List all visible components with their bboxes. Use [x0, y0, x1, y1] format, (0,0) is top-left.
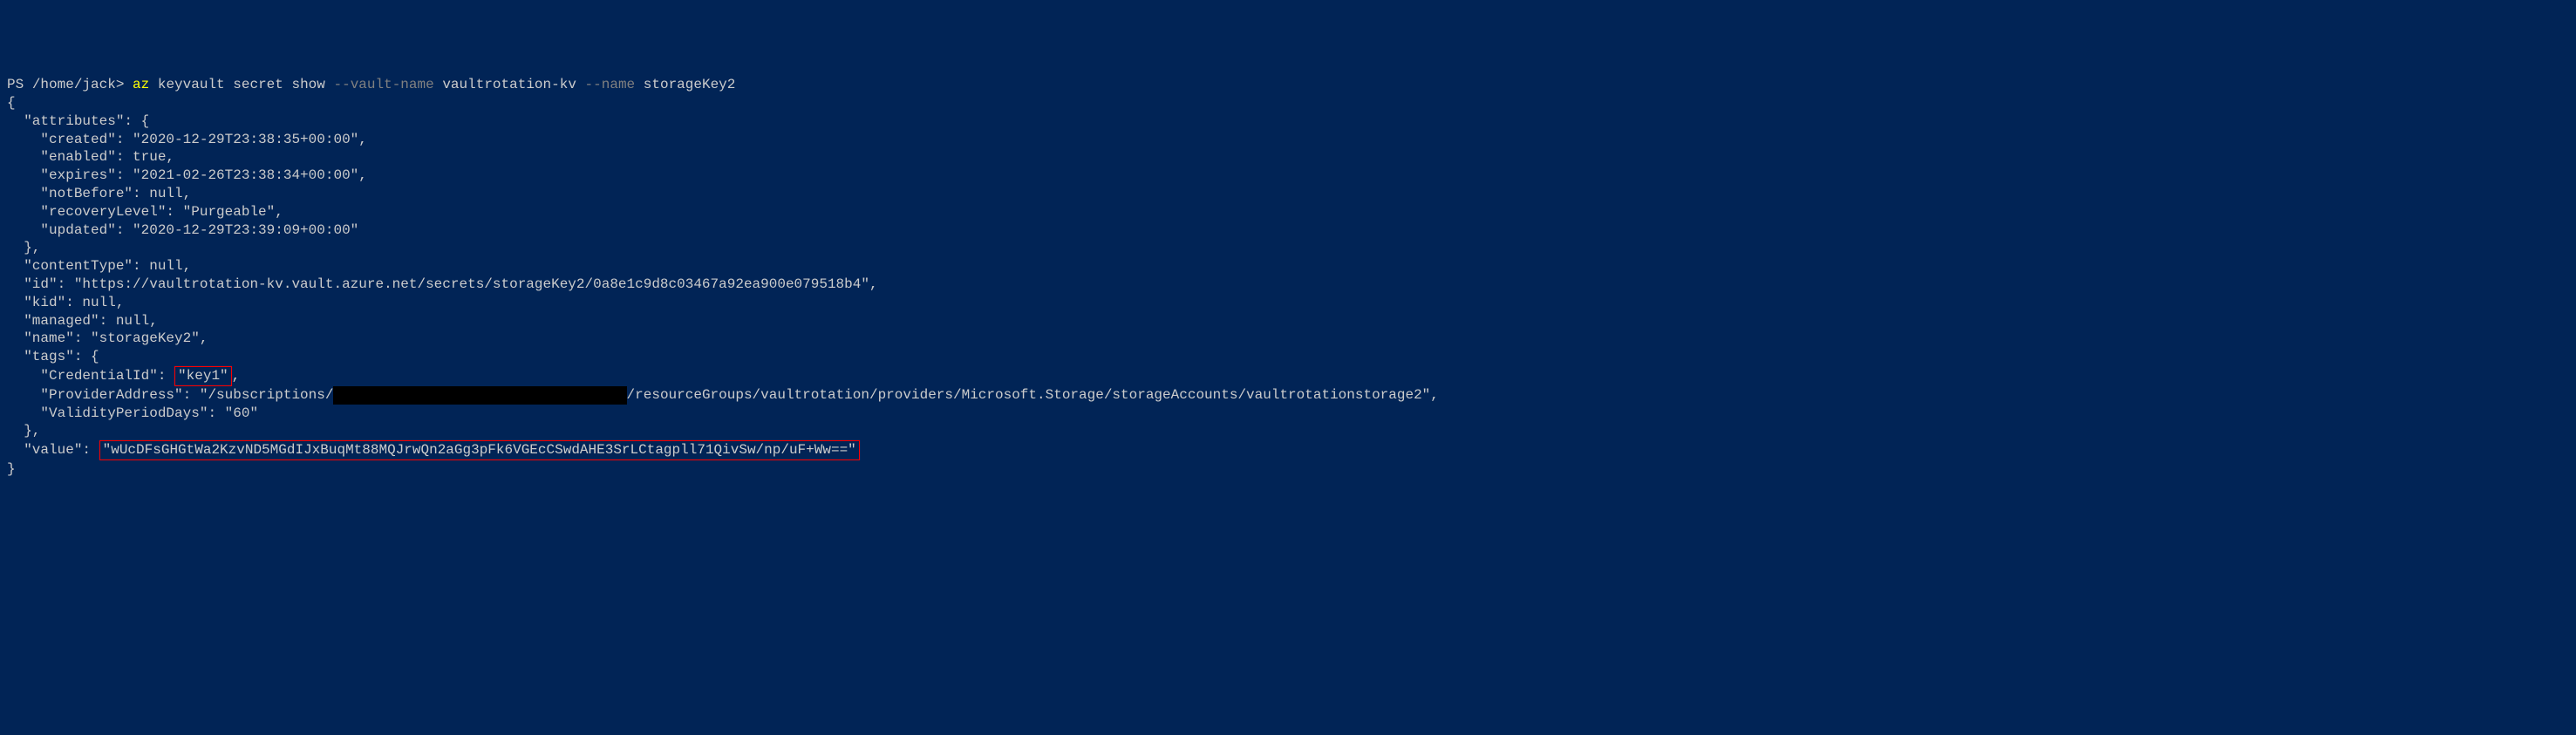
command-val-name: storageKey2 — [644, 77, 736, 92]
command-name: az — [133, 77, 158, 92]
prompt-sep: > — [116, 77, 133, 92]
output-line: "value": — [7, 442, 99, 458]
output-line: "name": "storageKey2", — [7, 330, 208, 346]
output-line: }, — [7, 423, 40, 439]
terminal-output: PS /home/jack> az keyvault secret show -… — [7, 76, 2569, 479]
output-line: /resourceGroups/vaultrotation/providers/… — [627, 387, 1439, 403]
prompt-path: /home/jack — [32, 77, 116, 92]
output-line: "updated": "2020-12-29T23:39:09+00:00" — [7, 222, 358, 238]
output-line: "ValidityPeriodDays": "60" — [7, 405, 258, 421]
output-line: , — [232, 368, 241, 384]
output-line: "tags": { — [7, 349, 99, 364]
command-flag-vault: --vault-name — [333, 77, 442, 92]
output-line: "created": "2020-12-29T23:38:35+00:00", — [7, 132, 367, 147]
command-val-vault: vaultrotation-kv — [442, 77, 584, 92]
output-line: "managed": null, — [7, 313, 158, 329]
output-line: "expires": "2021-02-26T23:38:34+00:00", — [7, 167, 367, 183]
output-line: } — [7, 461, 16, 477]
output-line: }, — [7, 240, 40, 255]
output-line: "attributes": { — [7, 113, 149, 129]
output-line: "enabled": true, — [7, 149, 174, 165]
output-line: "ProviderAddress": "/subscriptions/ — [7, 387, 333, 403]
redacted-subscription — [333, 386, 626, 405]
output-line: "contentType": null, — [7, 258, 191, 274]
command-subcommand: keyvault secret show — [158, 77, 334, 92]
output-line: "id": "https://vaultrotation-kv.vault.az… — [7, 276, 878, 292]
highlight-secret-value: "wUcDFsGHGtWa2KzvND5MGdIJxBuqMt88MQJrwQn… — [99, 440, 860, 460]
highlight-credential-id: "key1" — [174, 366, 232, 386]
output-line: { — [7, 95, 16, 111]
output-line: "notBefore": null, — [7, 186, 191, 201]
output-line: "recoveryLevel": "Purgeable", — [7, 204, 283, 220]
output-line: "CredentialId": — [7, 368, 174, 384]
output-line: "kid": null, — [7, 295, 124, 310]
prompt-label: PS — [7, 77, 32, 92]
command-flag-name: --name — [585, 77, 644, 92]
